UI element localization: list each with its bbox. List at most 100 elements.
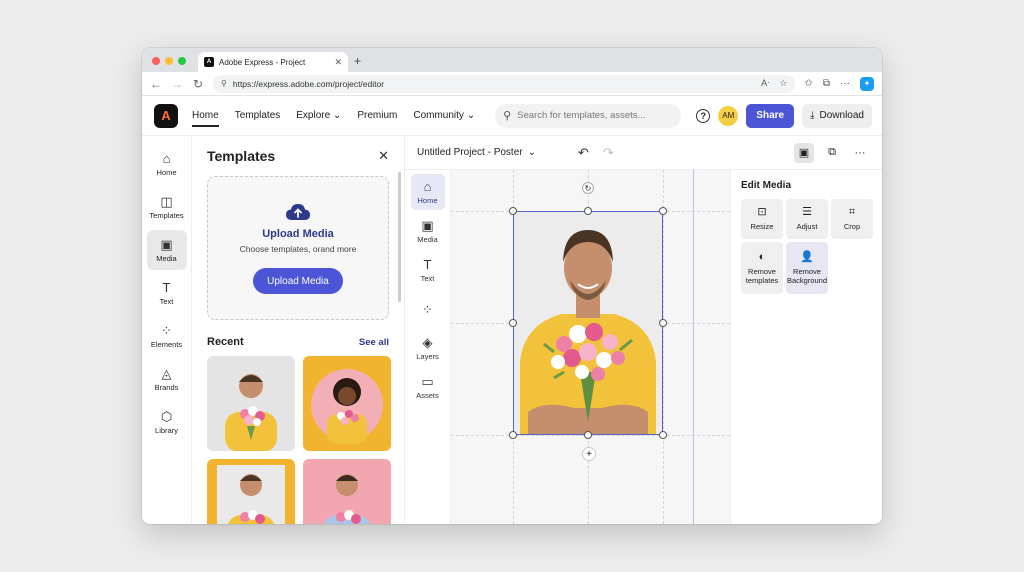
man-with-flowers-image	[514, 212, 662, 434]
canvas-toolbar: Untitled Project - Poster ⌄ ↶ ↷ ▣ ⧉ ···	[405, 136, 882, 170]
rail-item-media[interactable]: ▣ Media	[146, 230, 187, 270]
elements-icon: ⁘	[161, 322, 172, 338]
project-name-dropdown[interactable]: Untitled Project - Poster ⌄	[417, 147, 536, 158]
rail-item-text[interactable]: T Text	[147, 273, 187, 313]
editor-rail-elements[interactable]: ⁘	[411, 291, 445, 327]
editor-rail-home[interactable]: ⌂ Home	[410, 174, 445, 210]
left-rail: ⌂ Home ◫ Templates ▣ Media T Text ⁘ Elem…	[142, 136, 192, 524]
reload-icon[interactable]: ↻	[192, 77, 204, 91]
rail-item-library[interactable]: ⬡ Library	[147, 402, 187, 442]
logo-glyph: A	[161, 108, 171, 123]
url-text: https://express.adobe.com/project/editor	[232, 78, 385, 89]
see-all-link[interactable]: See all	[359, 337, 389, 348]
nav-explore[interactable]: Explore ⌄	[296, 100, 341, 131]
media-panel-toggle-icon[interactable]: ▣	[794, 142, 814, 163]
forward-icon[interactable]: →	[171, 77, 183, 91]
recent-thumbnail[interactable]	[303, 459, 391, 524]
new-tab-button[interactable]: +	[354, 54, 361, 68]
rail-item-elements[interactable]: ⁘ Elements	[147, 316, 187, 356]
recent-thumbnail[interactable]	[207, 356, 295, 451]
editor-rail-text[interactable]: T Text	[411, 252, 445, 288]
rotate-handle-icon[interactable]: ↻	[582, 182, 594, 194]
crop-button[interactable]: ⌗ Crop	[831, 199, 873, 239]
adjust-button[interactable]: ☰ Adjust	[786, 199, 828, 239]
address-bar-row: ← → ↻ ⚲ https://express.adobe.com/projec…	[142, 72, 882, 96]
read-aloud-icon[interactable]: Aᐧ	[761, 78, 769, 89]
templates-panel: Templates ✕ Upload Media Choose template…	[192, 136, 405, 524]
adobe-express-logo[interactable]: A	[154, 103, 178, 128]
editor-rail-label: Assets	[416, 390, 439, 400]
home-icon: ⌂	[162, 150, 171, 166]
resize-handle[interactable]	[509, 431, 517, 439]
tool-label: Remove templates	[745, 266, 779, 285]
brands-icon: ◬	[161, 365, 172, 381]
recent-thumbnail[interactable]	[303, 356, 391, 451]
editor-rail-layers[interactable]: ◈ Layers	[411, 330, 445, 366]
rail-item-home[interactable]: ⌂ Home	[147, 144, 187, 184]
resize-handle[interactable]	[659, 431, 667, 439]
close-window-icon[interactable]	[152, 57, 160, 65]
cloud-upload-icon	[286, 204, 310, 220]
download-button[interactable]: ⤓ Download	[802, 103, 872, 128]
rail-label: Text	[159, 296, 174, 306]
recent-thumbnail[interactable]	[207, 459, 295, 524]
help-icon[interactable]: ?	[696, 108, 711, 123]
media-icon: ▣	[421, 217, 434, 233]
share-button[interactable]: Share	[746, 103, 795, 128]
back-icon[interactable]: ←	[150, 77, 162, 91]
maximize-window-icon[interactable]	[178, 57, 186, 65]
panel-scrollbar[interactable]	[398, 172, 401, 302]
undo-icon[interactable]: ↶	[578, 145, 589, 161]
upload-media-button[interactable]: Upload Media	[253, 268, 343, 294]
collections-icon[interactable]: ⧉	[823, 78, 830, 89]
resize-handle[interactable]	[584, 431, 592, 439]
editor-rail: ⌂ Home ▣ Media T Text ⁘ ◈ Layers ▭ Asset…	[405, 170, 451, 524]
download-icon: ⤓	[810, 110, 815, 121]
rail-item-templates[interactable]: ◫ Templates	[147, 187, 187, 227]
resize-handle[interactable]	[509, 207, 517, 215]
resize-button[interactable]: ⊡ Resize	[741, 199, 783, 239]
upload-dropzone[interactable]: Upload Media Choose templates, orand mor…	[207, 176, 389, 320]
resize-handle[interactable]	[509, 319, 517, 327]
url-field[interactable]: ⚲ https://express.adobe.com/project/edit…	[213, 74, 796, 93]
add-page-button[interactable]: +	[582, 447, 596, 461]
tab-close-icon[interactable]: ✕	[334, 57, 342, 68]
more-menu-icon[interactable]: ···	[840, 78, 850, 89]
nav-premium[interactable]: Premium	[357, 100, 397, 131]
nav-home[interactable]: Home	[192, 100, 219, 131]
rail-label: Home	[156, 167, 177, 177]
rail-label: Brands	[154, 382, 179, 392]
rail-item-brands[interactable]: ◬ Brands	[147, 359, 187, 399]
site-info-icon[interactable]: ⚲	[221, 79, 227, 88]
favorite-star-icon[interactable]: ☆	[779, 78, 787, 89]
resize-icon: ⊡	[757, 206, 767, 218]
comments-icon[interactable]: ⧉	[822, 143, 842, 163]
tool-label: Crop	[843, 222, 861, 231]
nav-templates[interactable]: Templates	[235, 100, 281, 131]
resize-handle[interactable]	[659, 207, 667, 215]
upload-subtitle: Choose templates, orand more	[239, 244, 357, 254]
editor-rail-assets[interactable]: ▭ Assets	[411, 369, 445, 405]
editor-rail-label: Media	[417, 234, 438, 244]
more-options-icon[interactable]: ···	[850, 143, 870, 163]
editor-rail-media[interactable]: ▣ Media	[411, 213, 445, 249]
favorites-icon[interactable]: ✩	[804, 78, 812, 89]
search-input[interactable]: ⚲ Search for templates, assets...	[495, 103, 682, 128]
avatar[interactable]: AM	[718, 105, 739, 126]
minimize-window-icon[interactable]	[165, 57, 173, 65]
copilot-icon[interactable]: ✦	[860, 76, 874, 91]
remove-background-button[interactable]: 👤 Remove Background	[786, 242, 828, 294]
redo-icon[interactable]: ↷	[603, 145, 614, 161]
nav-community[interactable]: Community ⌄	[413, 100, 475, 131]
editor-rail-label: Text	[420, 273, 435, 283]
close-icon[interactable]: ✕	[378, 148, 389, 164]
media-icon: ▣	[160, 236, 173, 252]
design-canvas[interactable]: ↻ +	[451, 170, 730, 524]
selected-photo[interactable]	[509, 207, 667, 439]
resize-handle[interactable]	[659, 319, 667, 327]
remove-templates-button[interactable]: ◐ Remove templates	[741, 242, 783, 294]
resize-handle[interactable]	[584, 207, 592, 215]
guide-line	[663, 170, 664, 524]
adobe-favicon-icon: A	[204, 57, 214, 67]
browser-tab[interactable]: A Adobe Express - Project ✕	[198, 52, 348, 72]
